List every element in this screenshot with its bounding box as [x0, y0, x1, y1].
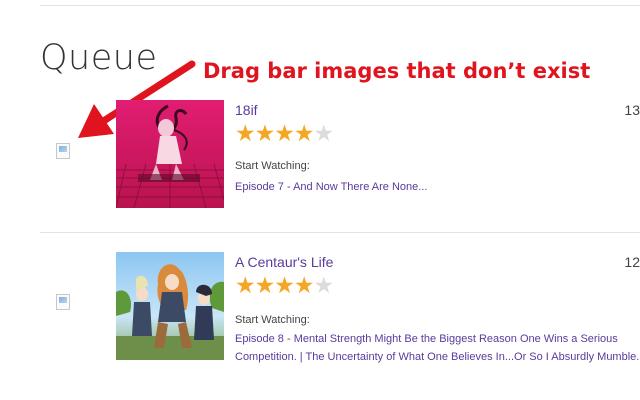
- queue-item: 18if 13 ★★★★★ Start Watching: Episode 7 …: [40, 100, 640, 230]
- episode-link[interactable]: Episode 8 - Mental Strength Might Be the…: [235, 330, 640, 366]
- item-divider: [40, 232, 640, 233]
- star-icon[interactable]: ★: [314, 274, 335, 297]
- episode-count: 13: [624, 102, 640, 118]
- star-icon[interactable]: ★: [255, 274, 276, 297]
- star-icon[interactable]: ★: [235, 274, 256, 297]
- episode-count: 12: [624, 254, 640, 270]
- start-watching-label: Start Watching:: [235, 314, 310, 326]
- queue-item: A Centaur's Life 12 ★★★★★ Start Watching…: [40, 234, 640, 394]
- star-icon[interactable]: ★: [274, 122, 295, 145]
- star-rating[interactable]: ★★★★★: [235, 122, 335, 145]
- start-watching-label: Start Watching:: [235, 160, 310, 172]
- title-link[interactable]: 18if: [235, 102, 258, 118]
- star-icon[interactable]: ★: [294, 122, 315, 145]
- star-icon[interactable]: ★: [274, 274, 295, 297]
- star-icon[interactable]: ★: [314, 122, 335, 145]
- title-link[interactable]: A Centaur's Life: [235, 254, 333, 270]
- poster-image[interactable]: [116, 100, 224, 208]
- annotation-text: Drag bar images that don’t exist: [203, 59, 591, 83]
- top-divider: [40, 5, 640, 6]
- poster-image[interactable]: [116, 252, 224, 360]
- star-icon[interactable]: ★: [235, 122, 256, 145]
- star-rating[interactable]: ★★★★★: [235, 274, 335, 297]
- drag-handle-icon[interactable]: [56, 294, 70, 310]
- star-icon[interactable]: ★: [294, 274, 315, 297]
- episode-link[interactable]: Episode 7 - And Now There Are None...: [235, 178, 640, 196]
- drag-handle-icon[interactable]: [56, 143, 70, 159]
- star-icon[interactable]: ★: [255, 122, 276, 145]
